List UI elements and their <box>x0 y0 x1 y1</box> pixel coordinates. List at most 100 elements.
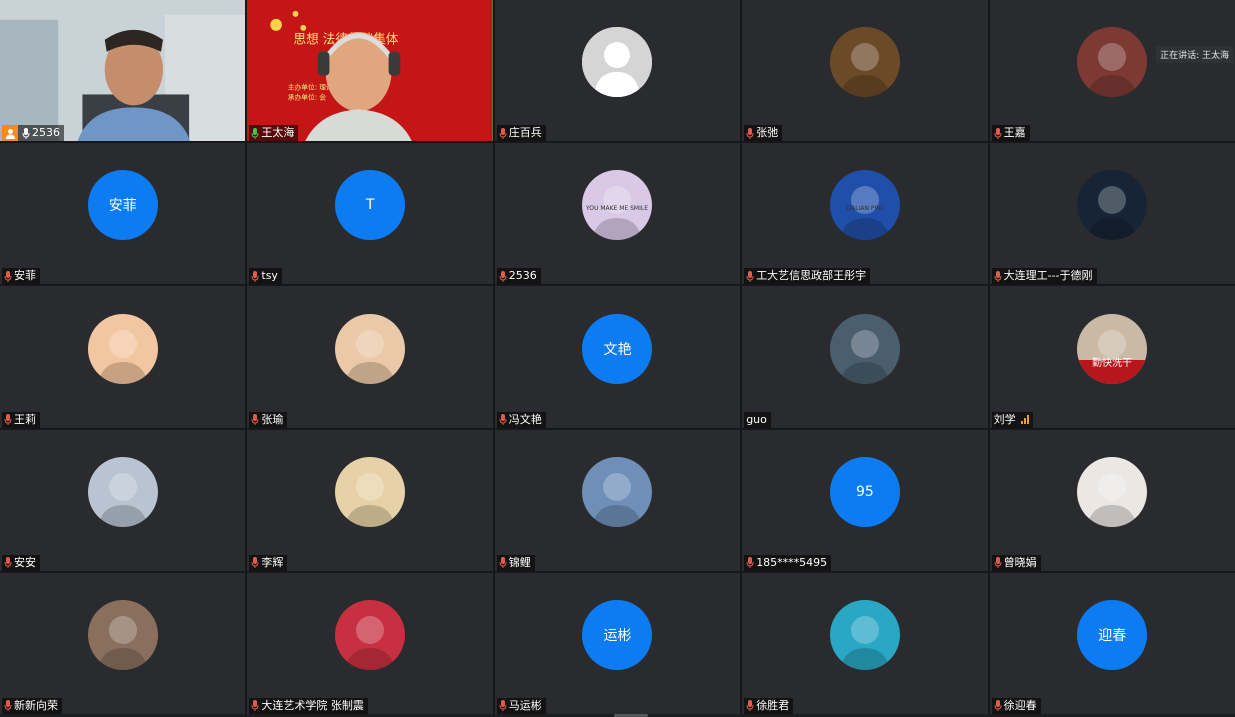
avatar <box>829 27 900 98</box>
participant-name-label: 王莉 <box>2 411 40 428</box>
participant-name-label: 新新向荣 <box>2 697 62 714</box>
participant-name: 安安 <box>14 555 36 569</box>
signal-strength-icon <box>1020 415 1029 425</box>
microphone-icon[interactable] <box>251 414 259 426</box>
participant-tile[interactable]: 迎春徐迎春 <box>989 572 1235 714</box>
microphone-icon[interactable] <box>746 270 754 282</box>
avatar: DALIAN PRO <box>829 170 900 241</box>
participant-tile[interactable]: 文艳冯文艳 <box>494 286 741 428</box>
participant-tile[interactable]: 思想 法律基础集体 主办单位: 理论课教育研究会 承办单位: 会 王太海 <box>247 0 493 142</box>
microphone-icon[interactable] <box>994 270 1002 282</box>
participant-name: 冯文艳 <box>508 412 542 426</box>
participant-tile[interactable]: 新新向荣 <box>0 572 246 714</box>
microphone-icon[interactable] <box>4 700 12 712</box>
participant-name-label: 大连艺术学院 张制震 <box>249 697 368 714</box>
microphone-icon[interactable] <box>499 127 507 139</box>
participant-tile[interactable]: YOU MAKE ME SMILE 2536 <box>494 143 741 285</box>
microphone-icon[interactable] <box>746 700 754 712</box>
microphone-icon[interactable] <box>251 557 259 569</box>
microphone-icon[interactable] <box>746 127 754 139</box>
participant-tile[interactable]: 大连理工---于德刚 <box>989 143 1235 285</box>
avatar <box>335 313 406 384</box>
avatar: 文艳 <box>582 313 653 384</box>
microphone-icon[interactable] <box>251 700 259 712</box>
avatar <box>1077 170 1148 241</box>
participant-name: 锦鲤 <box>508 555 531 569</box>
avatar: 迎春 <box>1077 599 1148 670</box>
participant-tile[interactable]: 安安 <box>0 429 246 571</box>
participant-name-label: 张瑜 <box>249 411 288 428</box>
microphone-icon[interactable] <box>4 270 12 282</box>
participant-name-label: 徐迎春 <box>991 697 1041 714</box>
avatar-initials: 安菲 <box>108 198 137 215</box>
participant-name: guo <box>746 412 767 426</box>
microphone-icon[interactable] <box>994 557 1002 569</box>
microphone-icon[interactable] <box>499 700 507 712</box>
microphone-icon[interactable] <box>22 127 30 139</box>
participant-tile[interactable]: 徐胜君 <box>742 572 988 714</box>
microphone-icon[interactable] <box>251 270 259 282</box>
participant-name-label: 2536 <box>2 125 64 142</box>
microphone-icon[interactable] <box>994 127 1002 139</box>
participant-name-label: 王太海 <box>249 125 299 142</box>
participant-tile[interactable]: 95 185****5495 <box>742 429 988 571</box>
participant-name: 王莉 <box>14 412 36 426</box>
participant-name-label: 锦鲤 <box>496 554 535 571</box>
participant-name: 185****5495 <box>756 555 828 569</box>
participant-name-label: 李辉 <box>249 554 288 571</box>
participant-tile[interactable]: 张弛 <box>742 0 988 142</box>
participant-tile[interactable]: 庄百兵 <box>494 0 741 142</box>
avatar <box>87 313 158 384</box>
avatar-initials: T <box>365 197 375 214</box>
avatar <box>87 599 158 670</box>
avatar: 安菲 <box>87 170 158 241</box>
avatar-text: DALIAN PRO <box>847 205 884 212</box>
avatar <box>1077 27 1148 98</box>
participant-name: 大连理工---于德刚 <box>1003 269 1093 283</box>
participant-tile[interactable]: 勤快洗干 刘学 <box>989 286 1235 428</box>
microphone-icon[interactable] <box>499 270 507 282</box>
participant-grid: 2536 思想 法律基础集体 主办单位: 理论课教育研究会 承办单位: 会 王太… <box>0 0 1235 714</box>
participant-tile[interactable]: 王嘉 <box>989 0 1235 142</box>
avatar <box>1077 456 1148 527</box>
participant-name-label: 大连理工---于德刚 <box>991 268 1097 285</box>
participant-tile[interactable]: Ttsy <box>247 143 493 285</box>
participant-tile[interactable]: guo <box>742 286 988 428</box>
participant-name-label: 安菲 <box>2 268 40 285</box>
microphone-icon[interactable] <box>499 557 507 569</box>
participant-tile[interactable]: 安菲 安菲 <box>0 143 246 285</box>
participant-name: 安菲 <box>14 269 36 283</box>
participant-name-label: 185****5495 <box>744 554 832 571</box>
participant-tile[interactable]: 锦鲤 <box>494 429 741 571</box>
participant-name: 庄百兵 <box>508 126 542 140</box>
participant-tile[interactable]: 李辉 <box>247 429 493 571</box>
participant-tile[interactable]: 大连艺术学院 张制震 <box>247 572 493 714</box>
microphone-icon[interactable] <box>499 414 507 426</box>
participant-name: tsy <box>261 269 278 283</box>
participant-tile[interactable]: 2536 <box>0 0 246 142</box>
microphone-icon[interactable] <box>994 700 1002 712</box>
participant-tile[interactable]: 王莉 <box>0 286 246 428</box>
avatar-initials: 迎春 <box>1098 627 1127 644</box>
speaker-indicator: 正在讲话: 王太海 <box>1156 46 1233 63</box>
participant-tile[interactable]: DALIAN PRO 工大艺信思政部王彤宇 <box>742 143 988 285</box>
microphone-icon[interactable] <box>4 414 12 426</box>
participant-tile[interactable]: 张瑜 <box>247 286 493 428</box>
participant-name: 工大艺信思政部王彤宇 <box>756 269 867 283</box>
avatar: 勤快洗干 <box>1077 313 1148 384</box>
microphone-icon[interactable] <box>251 127 259 139</box>
avatar-text: YOU MAKE ME SMILE <box>585 205 648 212</box>
participant-name-label: 马运彬 <box>496 697 546 714</box>
participant-tile[interactable]: 曾晓娟 <box>989 429 1235 571</box>
participant-name: 王嘉 <box>1003 126 1026 140</box>
participant-name: 2536 <box>508 269 537 283</box>
microphone-icon[interactable] <box>4 557 12 569</box>
avatar-initials: 95 <box>855 483 874 500</box>
participant-video: 思想 法律基础集体 主办单位: 理论课教育研究会 承办单位: 会 <box>247 0 493 142</box>
participant-name: 张弛 <box>756 126 779 140</box>
host-icon <box>2 125 18 142</box>
participant-tile[interactable]: 运彬 马运彬 <box>494 572 741 714</box>
participant-name: 曾晓娟 <box>1003 555 1037 569</box>
participant-name: 徐迎春 <box>1003 698 1037 712</box>
microphone-icon[interactable] <box>746 557 754 569</box>
